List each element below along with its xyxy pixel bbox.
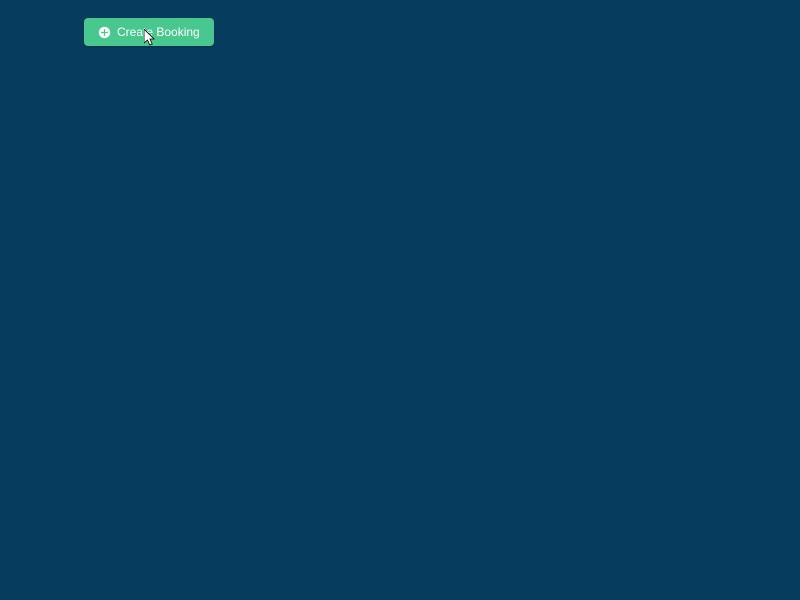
create-booking-label: Create Booking <box>117 25 200 39</box>
create-booking-button[interactable]: Create Booking <box>84 18 214 46</box>
plus-circle-icon <box>98 26 111 39</box>
